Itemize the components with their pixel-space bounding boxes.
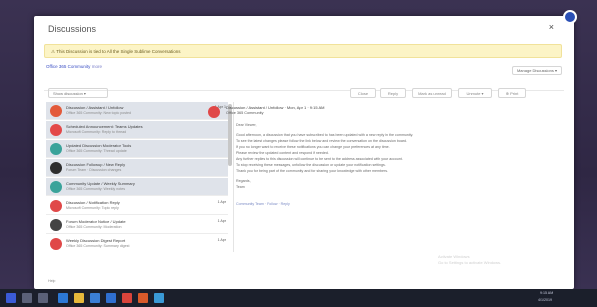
- windows-start-icon[interactable]: [6, 293, 16, 303]
- tray-date[interactable]: 4/1/2019: [538, 298, 552, 302]
- avatar: [50, 200, 62, 212]
- reply-button[interactable]: Reply: [380, 88, 406, 98]
- activate-windows-watermark: Activate Windows Go to Settings to activ…: [438, 254, 501, 266]
- message-greeting: Dear Viewer,: [236, 123, 257, 127]
- discussion-list: Discussion / Assistant / Unfollow Office…: [46, 102, 234, 252]
- community-link-suffix[interactable]: more: [92, 64, 102, 69]
- list-item[interactable]: Scheduled Announcement: Teams Updates Mi…: [46, 121, 228, 139]
- list-item-subtitle: Microsoft Community: Topic reply: [66, 206, 119, 210]
- taskbar: 9:15 AM 4/1/2019: [0, 289, 597, 307]
- file-explorer-icon[interactable]: [74, 293, 84, 303]
- sender-avatar: [208, 106, 220, 118]
- close-icon[interactable]: ×: [549, 22, 554, 32]
- store-icon[interactable]: [90, 293, 100, 303]
- list-item-subtitle: Office 365 Community: Thread update: [66, 149, 127, 153]
- notification-badge-icon[interactable]: [563, 10, 577, 24]
- mark-unread-button[interactable]: Mark as unread: [412, 88, 452, 98]
- avatar: [50, 219, 62, 231]
- avatar: [50, 105, 62, 117]
- message-line: Thank you for being part of the communit…: [236, 169, 389, 173]
- tray-time[interactable]: 9:15 AM: [540, 291, 553, 295]
- print-button[interactable]: ⊕ Print: [498, 88, 526, 98]
- message-subject: Discussion / Assistant / Unfollow · Mon,…: [226, 105, 325, 110]
- office-icon[interactable]: [138, 293, 148, 303]
- list-item-name: Weekly Discussion Digest Report: [66, 238, 126, 243]
- avatar: [50, 238, 62, 250]
- list-item-name: Updated Discussion Moderator Tools: [66, 143, 132, 148]
- close-button[interactable]: Close: [350, 88, 376, 98]
- list-item-name: Discussion / Notification Reply: [66, 200, 120, 205]
- list-item-subtitle: Office 365 Community: Weekly notes: [66, 187, 125, 191]
- list-item[interactable]: Discussion / Assistant / Unfollow Office…: [46, 102, 228, 120]
- list-item-name: Community Update / Weekly Summary: [66, 181, 135, 186]
- message-meta-links[interactable]: Community Team · Follow · Reply: [236, 202, 290, 206]
- community-link[interactable]: Office 365 Community more: [46, 64, 102, 69]
- list-item-subtitle: Office 365 Community: Moderation: [66, 225, 122, 229]
- list-item[interactable]: Community Update / Weekly Summary Office…: [46, 178, 228, 196]
- list-item-date: 1 Apr: [217, 238, 226, 242]
- list-item-subtitle: Microsoft Community: Reply to thread: [66, 130, 127, 134]
- list-item[interactable]: Forum Moderator Notice / Update Office 3…: [46, 216, 228, 234]
- manage-discussions-button[interactable]: Manage Discussions ▾: [511, 66, 562, 75]
- photos-icon[interactable]: [154, 293, 164, 303]
- search-icon[interactable]: [22, 293, 32, 303]
- list-item-subtitle: Office 365 Community: Summary digest: [66, 244, 130, 248]
- list-item[interactable]: Updated Discussion Moderator Tools Offic…: [46, 140, 228, 158]
- community-link-text[interactable]: Office 365 Community: [46, 64, 90, 69]
- watermark-subtitle: Go to Settings to activate Windows.: [438, 260, 502, 265]
- message-body: Dear Viewer, Good afternoon, a discussio…: [236, 122, 516, 190]
- message-pane: Discussion / Assistant / Unfollow · Mon,…: [208, 102, 528, 222]
- modal-title: Discussions: [48, 24, 97, 34]
- discussions-modal: Discussions × ⚠ This Discussion is tied …: [34, 16, 574, 289]
- help-button[interactable]: Help: [48, 278, 64, 285]
- avatar: [50, 143, 62, 155]
- warning-banner: ⚠ This Discussion is tied to All the Sin…: [44, 44, 562, 58]
- list-item-name: Discussion Followup / New Reply: [66, 162, 126, 167]
- show-discussion-select[interactable]: Show discussion ▾: [48, 88, 108, 98]
- mail-icon[interactable]: [106, 293, 116, 303]
- list-item[interactable]: Discussion Followup / New Reply Forum Te…: [46, 159, 228, 177]
- chrome-icon[interactable]: [122, 293, 132, 303]
- list-item-name: Scheduled Announcement: Teams Updates: [66, 124, 143, 129]
- edge-icon[interactable]: [58, 293, 68, 303]
- avatar: [50, 162, 62, 174]
- list-item-subtitle: Forum Team · Discussion changes: [66, 168, 122, 172]
- unmute-button[interactable]: Unmute ▾: [458, 88, 492, 98]
- list-item[interactable]: Weekly Discussion Digest Report Office 3…: [46, 235, 228, 252]
- list-item-name: Discussion / Assistant / Unfollow: [66, 105, 124, 110]
- avatar: [50, 124, 62, 136]
- list-item-subtitle: Office 365 Community: New topic posted: [66, 111, 132, 115]
- message-signature: Team: [236, 185, 245, 189]
- list-item-name: Forum Moderator Notice / Update: [66, 219, 126, 224]
- avatar: [50, 181, 62, 193]
- task-view-icon[interactable]: [38, 293, 48, 303]
- list-item[interactable]: Discussion / Notification Reply Microsof…: [46, 197, 228, 215]
- message-sender: Office 365 Community: [226, 111, 264, 115]
